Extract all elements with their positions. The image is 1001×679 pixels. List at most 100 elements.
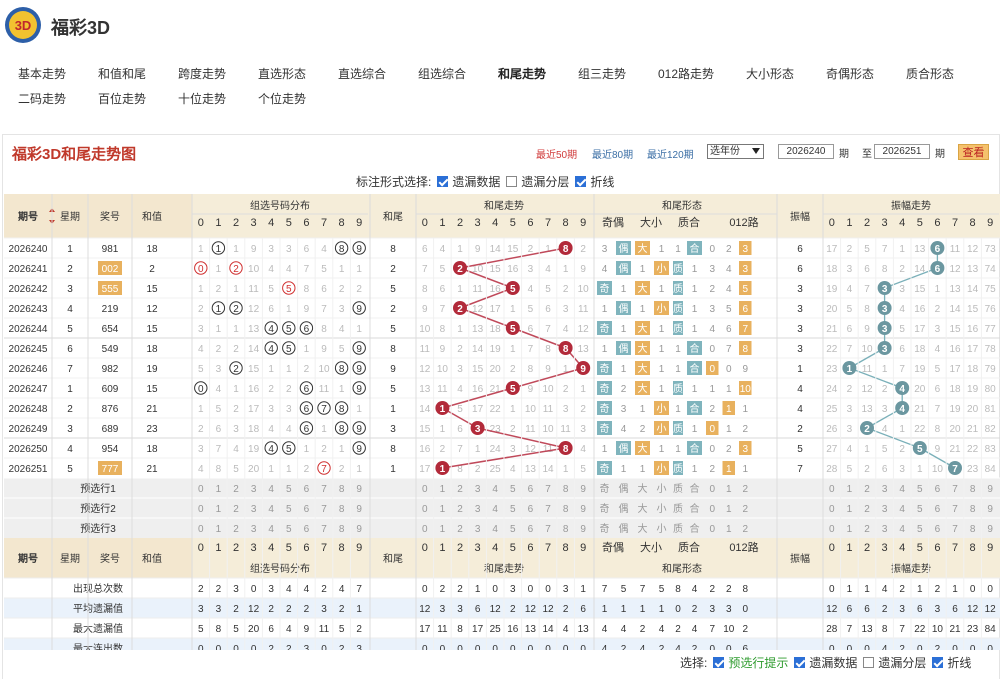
option-label: 折线 [947, 655, 972, 670]
pick-digit: 7 [545, 484, 551, 495]
pick-digit: 2 [233, 524, 239, 535]
prize: 549 [102, 344, 119, 355]
stats-value: 6 [952, 604, 958, 615]
stats-value: 2 [935, 584, 941, 595]
pick-digit: 2 [864, 484, 870, 495]
nav-item[interactable]: 十位走势 [178, 90, 226, 107]
pick-digit: 6 [304, 524, 310, 535]
tail-omit: 3 [457, 364, 463, 375]
option-checkbox[interactable] [713, 656, 725, 668]
option-checkbox[interactable] [575, 175, 587, 187]
form-value: 3 [742, 244, 748, 255]
dist-ball-num: 0 [198, 264, 204, 275]
form-omit: 1 [659, 364, 665, 375]
stats-value: 0 [545, 584, 551, 595]
nav-item[interactable]: 个位走势 [258, 90, 306, 107]
form-omit: 1 [675, 344, 681, 355]
nav-item[interactable]: 奇偶形态 [826, 65, 874, 82]
pick-digit: 7 [952, 484, 958, 495]
range-link[interactable]: 最近80期 [592, 146, 633, 161]
dist-ball-num: 6 [304, 384, 310, 395]
end-period-input[interactable]: 2026251 [874, 144, 930, 159]
dist-omit: 2 [356, 284, 362, 295]
option-checkbox[interactable] [863, 656, 875, 668]
form-value: 偶 [619, 442, 629, 455]
dist-ball-num: 5 [286, 344, 292, 355]
nav-item[interactable]: 组三走势 [578, 65, 626, 82]
dist-omit: 5 [321, 264, 327, 275]
stats-label: 平均遗漏值 [73, 602, 123, 615]
digit-footer: 8 [970, 542, 976, 554]
sum: 12 [146, 304, 158, 315]
sum: 15 [146, 324, 158, 335]
pick-form: 合 [690, 502, 700, 515]
tail-omit: 5 [457, 404, 463, 415]
stats-value: 8 [675, 584, 681, 595]
amp-omit: 1 [864, 444, 870, 455]
tail-omit: 4 [580, 444, 586, 455]
sum: 15 [146, 384, 158, 395]
option-checkbox[interactable] [437, 175, 449, 187]
pick-digit: 7 [952, 504, 958, 515]
range-link[interactable]: 最近50期 [536, 146, 577, 161]
nav-item[interactable]: 和尾走势 [498, 65, 546, 82]
option-checkbox[interactable] [794, 656, 806, 668]
nav-item[interactable]: 012路走势 [658, 65, 714, 82]
form-value: 10 [740, 384, 752, 395]
sum: 19 [146, 364, 158, 375]
option-checkbox[interactable] [932, 656, 944, 668]
nav-item[interactable]: 和值和尾 [98, 65, 146, 82]
footer-sum: 和值 [142, 552, 162, 565]
dist-ball-num: 4 [268, 324, 274, 335]
digit-footer: 6 [934, 542, 940, 554]
nav-item[interactable]: 二码走势 [18, 90, 66, 107]
form-omit: 1 [659, 344, 665, 355]
dist-omit: 1 [233, 244, 239, 255]
weekday: 5 [67, 464, 73, 475]
tail-omit: 2 [580, 404, 586, 415]
stats-value: 13 [525, 624, 537, 635]
tail-omit: 2 [580, 244, 586, 255]
stats-value: 0 [475, 644, 481, 650]
stats-value: 1 [917, 584, 923, 595]
form-omit: 2 [709, 464, 715, 475]
nav-item[interactable]: 基本走势 [18, 65, 66, 82]
stats-value: 21 [949, 624, 961, 635]
digit-footer: 6 [527, 542, 533, 554]
dist-omit: 20 [248, 464, 260, 475]
weekday: 2 [67, 264, 73, 275]
nav-item[interactable]: 组选综合 [418, 65, 466, 82]
form-omit: 1 [692, 304, 698, 315]
dist-omit: 2 [339, 284, 345, 295]
tail-value: 8 [390, 344, 396, 355]
stats-value: 0 [510, 644, 516, 650]
nav-item[interactable]: 百位走势 [98, 90, 146, 107]
amp-omit: 78 [985, 344, 997, 355]
digit-header: 4 [899, 217, 905, 229]
dist-omit: 2 [268, 384, 274, 395]
nav-item[interactable]: 大小形态 [746, 65, 794, 82]
option-checkbox[interactable] [506, 175, 518, 187]
dist-omit: 1 [356, 324, 362, 335]
stats-value: 1 [356, 604, 362, 615]
pick-digit: 0 [422, 484, 428, 495]
range-link[interactable]: 最近120期 [647, 146, 694, 161]
stats-value: 4 [882, 644, 888, 650]
stats-value: 3 [563, 584, 569, 595]
option-label: 遗漏分层 [878, 655, 927, 670]
pick-digit: 4 [899, 504, 905, 515]
form-value: 合 [690, 242, 700, 255]
nav-item[interactable]: 直选综合 [338, 65, 386, 82]
nav-item[interactable]: 直选形态 [258, 65, 306, 82]
pick-form: 质 [673, 523, 683, 535]
nav-item[interactable]: 质合形态 [906, 65, 954, 82]
year-select[interactable]: 选年份 [707, 144, 764, 159]
dist-omit: 6 [216, 424, 222, 435]
stats-value: 4 [692, 584, 698, 595]
option-label: 遗漏数据 [809, 655, 858, 670]
query-button[interactable]: 查看 [958, 144, 989, 160]
digit-header: 4 [268, 217, 274, 229]
dist-ball-num: 9 [356, 424, 362, 435]
nav-item[interactable]: 跨度走势 [178, 65, 226, 82]
start-period-input[interactable]: 2026240 [778, 144, 834, 159]
